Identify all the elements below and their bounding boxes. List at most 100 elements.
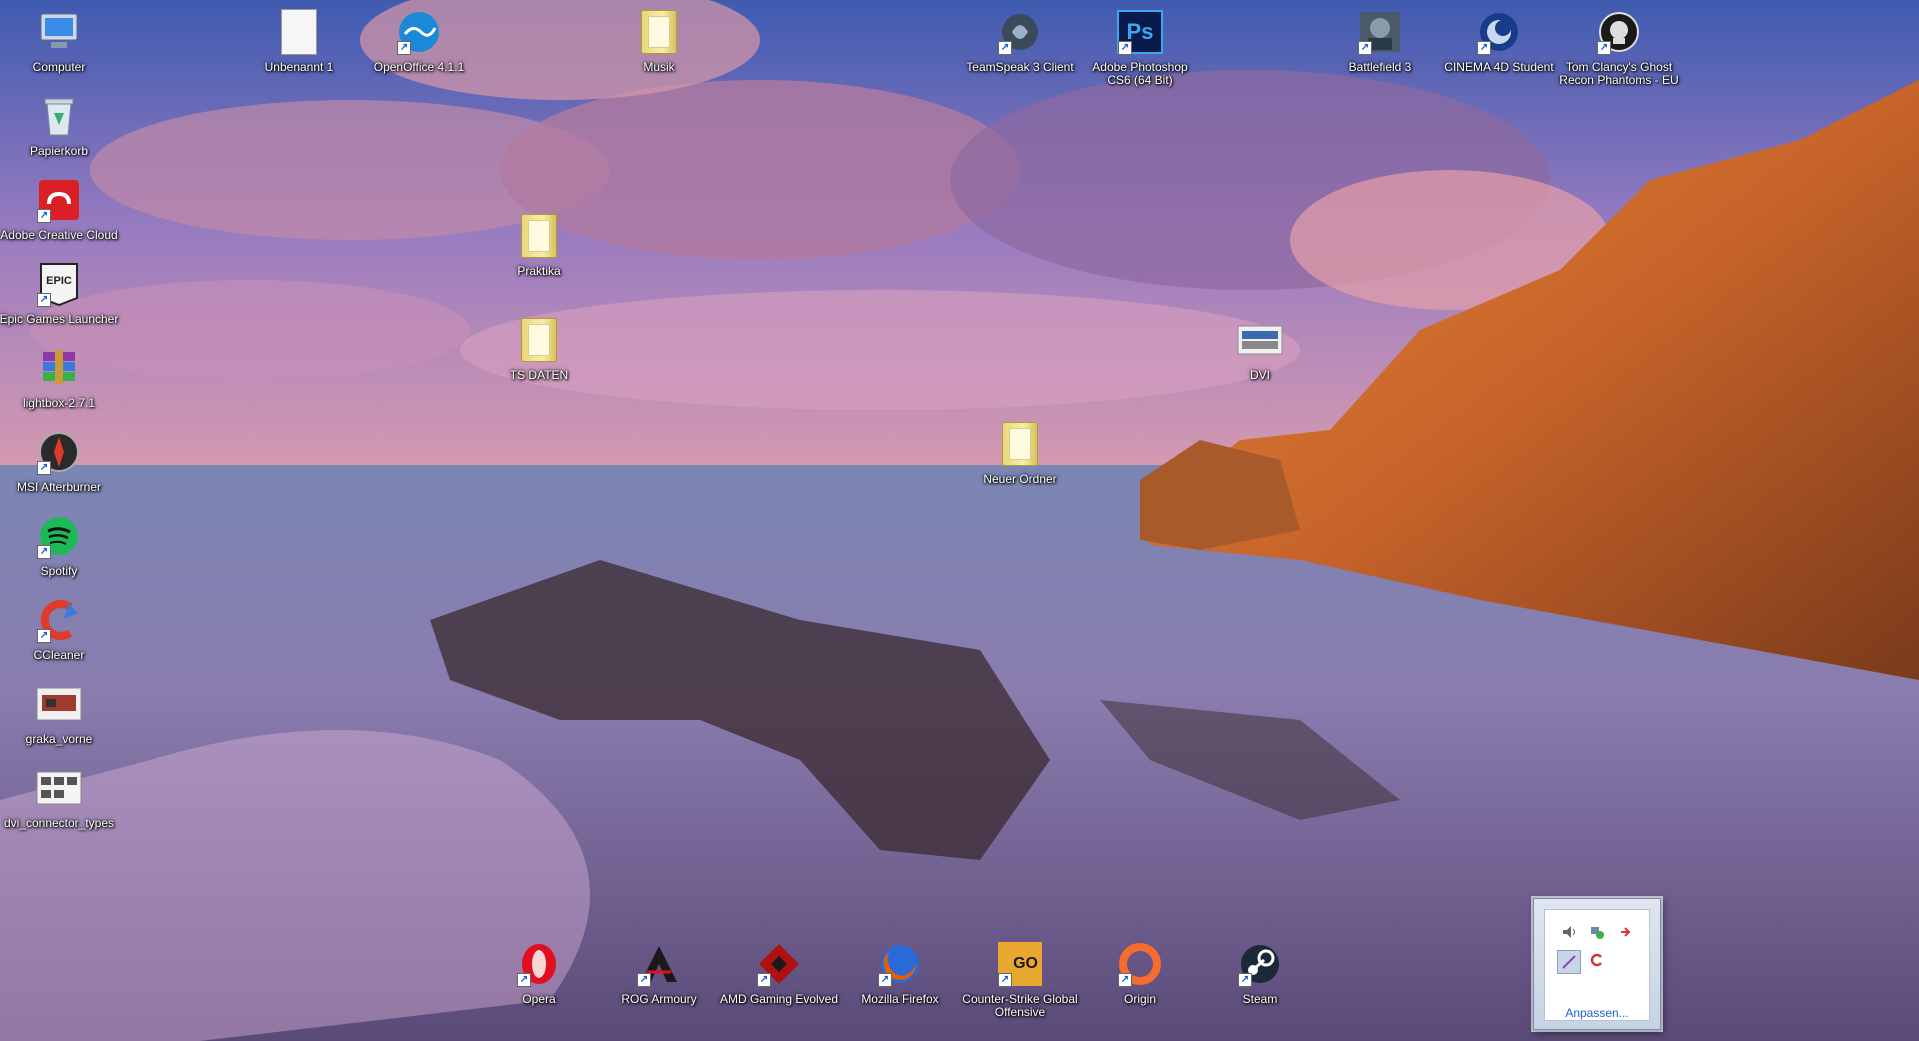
shortcut-arrow-icon: ↗ bbox=[1597, 41, 1611, 55]
battlefield-icon: ↗ bbox=[1356, 8, 1404, 56]
desktop-icon-recycle-bin[interactable]: Papierkorb bbox=[10, 92, 108, 178]
shortcut-arrow-icon: ↗ bbox=[1118, 973, 1132, 987]
icon-label: Computer bbox=[32, 60, 86, 74]
desktop-icon-dvi[interactable]: DVI bbox=[1211, 316, 1309, 402]
icon-label: Counter-Strike Global Offensive bbox=[962, 992, 1078, 1019]
sync-icon[interactable] bbox=[1587, 950, 1607, 970]
icon-label: Spotify bbox=[40, 564, 78, 578]
desktop-icon-photoshop[interactable]: Ps ↗ Adobe Photoshop CS6 (64 Bit) bbox=[1091, 8, 1189, 94]
desktop-icon-epic-games[interactable]: EPIC ↗ Epic Games Launcher bbox=[0, 260, 118, 346]
icon-label: MSI Afterburner bbox=[16, 480, 102, 494]
shortcut-arrow-icon: ↗ bbox=[1477, 41, 1491, 55]
desktop-icon-amd-gaming-evolved[interactable]: ↗ AMD Gaming Evolved bbox=[720, 940, 838, 1026]
pen-icon[interactable] bbox=[1557, 950, 1581, 974]
shortcut-arrow-icon: ↗ bbox=[1358, 41, 1372, 55]
network-icon[interactable] bbox=[1587, 922, 1607, 942]
icon-label: Musik bbox=[643, 60, 675, 74]
icon-label: CINEMA 4D Student bbox=[1444, 60, 1554, 74]
adobe-creative-cloud-icon: ↗ bbox=[35, 176, 83, 224]
shortcut-arrow-icon: ↗ bbox=[998, 973, 1012, 987]
msi-afterburner-icon: ↗ bbox=[35, 428, 83, 476]
folder-icon bbox=[515, 316, 563, 364]
icon-label: Unbenannt 1 bbox=[264, 60, 334, 74]
firefox-icon: ↗ bbox=[876, 940, 924, 988]
shortcut-arrow-icon: ↗ bbox=[37, 461, 51, 475]
desktop-icon-lightbox[interactable]: lightbox-2.7.1 bbox=[10, 344, 108, 430]
desktop-icon-battlefield[interactable]: ↗ Battlefield 3 bbox=[1331, 8, 1429, 94]
icon-label: Epic Games Launcher bbox=[0, 312, 119, 326]
shortcut-arrow-icon: ↗ bbox=[517, 973, 531, 987]
origin-icon: ↗ bbox=[1116, 940, 1164, 988]
epic-games-icon: EPIC ↗ bbox=[35, 260, 83, 308]
shortcut-arrow-icon: ↗ bbox=[37, 293, 51, 307]
folder-icon bbox=[635, 8, 683, 56]
desktop-icon-neuer-ordner[interactable]: Neuer Ordner bbox=[971, 420, 1069, 506]
desktop-icon-spotify[interactable]: ↗ Spotify bbox=[10, 512, 108, 598]
wallpaper bbox=[0, 0, 1919, 1041]
image-file-icon bbox=[35, 764, 83, 812]
desktop-icon-steam[interactable]: ↗ Steam bbox=[1211, 940, 1309, 1026]
desktop-icon-dvi-connector-types[interactable]: dvi_connector_types bbox=[4, 764, 114, 850]
icon-label: OpenOffice 4.1.1 bbox=[373, 60, 465, 74]
icon-label: dvi_connector_types bbox=[3, 816, 115, 830]
csgo-icon: GO ↗ bbox=[996, 940, 1044, 988]
icon-label: DVI bbox=[1249, 368, 1270, 382]
amd-gaming-evolved-icon: ↗ bbox=[755, 940, 803, 988]
cinema4d-icon: ↗ bbox=[1475, 8, 1523, 56]
desktop: Computer Papierkorb ↗ Adobe Creative Clo… bbox=[0, 0, 1919, 1041]
shortcut-arrow-icon: ↗ bbox=[1118, 41, 1132, 55]
icon-label: CCleaner bbox=[33, 648, 85, 662]
winrar-archive-icon bbox=[35, 344, 83, 392]
desktop-icon-unbenannt[interactable]: Unbenannt 1 bbox=[250, 8, 348, 94]
image-file-icon bbox=[1236, 316, 1284, 364]
image-file-icon bbox=[35, 680, 83, 728]
icon-label: Neuer Ordner bbox=[983, 472, 1057, 486]
folder-icon bbox=[515, 212, 563, 260]
desktop-icon-ts-daten[interactable]: TS DATEN bbox=[490, 316, 588, 402]
desktop-icon-graka-vorne[interactable]: graka_vorne bbox=[10, 680, 108, 766]
icon-label: Opera bbox=[522, 992, 556, 1006]
steam-icon: ↗ bbox=[1236, 940, 1284, 988]
desktop-icon-msi-afterburner[interactable]: ↗ MSI Afterburner bbox=[10, 428, 108, 514]
shortcut-arrow-icon: ↗ bbox=[757, 973, 771, 987]
recycle-bin-icon bbox=[35, 92, 83, 140]
shortcut-arrow-icon: ↗ bbox=[37, 209, 51, 223]
icon-label: lightbox-2.7.1 bbox=[22, 396, 96, 410]
desktop-icon-csgo[interactable]: GO ↗ Counter-Strike Global Offensive bbox=[962, 940, 1078, 1026]
shortcut-arrow-icon: ↗ bbox=[1238, 973, 1252, 987]
desktop-icon-praktika[interactable]: Praktika bbox=[490, 212, 588, 298]
speaker-icon[interactable] bbox=[1559, 922, 1579, 942]
desktop-icon-rog-armoury[interactable]: ↗ ROG Armoury bbox=[610, 940, 708, 1026]
shortcut-arrow-icon: ↗ bbox=[998, 41, 1012, 55]
desktop-icon-adobe-creative-cloud[interactable]: ↗ Adobe Creative Cloud bbox=[0, 176, 118, 262]
desktop-icon-ccleaner[interactable]: ↗ CCleaner bbox=[10, 596, 108, 682]
teamspeak-icon: ↗ bbox=[996, 8, 1044, 56]
desktop-icon-computer[interactable]: Computer bbox=[10, 8, 108, 94]
desktop-icon-origin[interactable]: ↗ Origin bbox=[1091, 940, 1189, 1026]
photoshop-icon: Ps ↗ bbox=[1116, 8, 1164, 56]
svg-text:EPIC: EPIC bbox=[46, 275, 72, 287]
icon-label: Praktika bbox=[517, 264, 561, 278]
desktop-icon-firefox[interactable]: ↗ Mozilla Firefox bbox=[851, 940, 949, 1026]
icon-label: Adobe Creative Cloud bbox=[0, 228, 118, 242]
folder-icon bbox=[996, 420, 1044, 468]
icon-label: Adobe Photoshop CS6 (64 Bit) bbox=[1092, 60, 1188, 87]
desktop-icon-cinema4d[interactable]: ↗ CINEMA 4D Student bbox=[1444, 8, 1554, 94]
computer-icon bbox=[35, 8, 83, 56]
shortcut-arrow-icon: ↗ bbox=[878, 973, 892, 987]
desktop-icon-opera[interactable]: ↗ Opera bbox=[490, 940, 588, 1026]
ghost-recon-icon: ↗ bbox=[1595, 8, 1643, 56]
desktop-icon-teamspeak[interactable]: ↗ TeamSpeak 3 Client bbox=[966, 8, 1074, 94]
desktop-icon-ghost-recon[interactable]: ↗ Tom Clancy's Ghost Recon Phantoms - EU bbox=[1559, 8, 1679, 94]
customize-link[interactable]: Anpassen... bbox=[1545, 1006, 1649, 1020]
icon-label: Tom Clancy's Ghost Recon Phantoms - EU bbox=[1559, 60, 1679, 87]
icon-label: Steam bbox=[1242, 992, 1278, 1006]
desktop-icon-openoffice[interactable]: ↗ OpenOffice 4.1.1 bbox=[370, 8, 468, 94]
tray-icons-panel: Anpassen... bbox=[1544, 909, 1650, 1021]
icon-label: TS DATEN bbox=[509, 368, 569, 382]
document-icon bbox=[275, 8, 323, 56]
icon-label: TeamSpeak 3 Client bbox=[966, 60, 1074, 74]
desktop-icon-musik[interactable]: Musik bbox=[610, 8, 708, 94]
icon-label: Mozilla Firefox bbox=[861, 992, 939, 1006]
bluetooth-icon[interactable] bbox=[1615, 922, 1635, 942]
